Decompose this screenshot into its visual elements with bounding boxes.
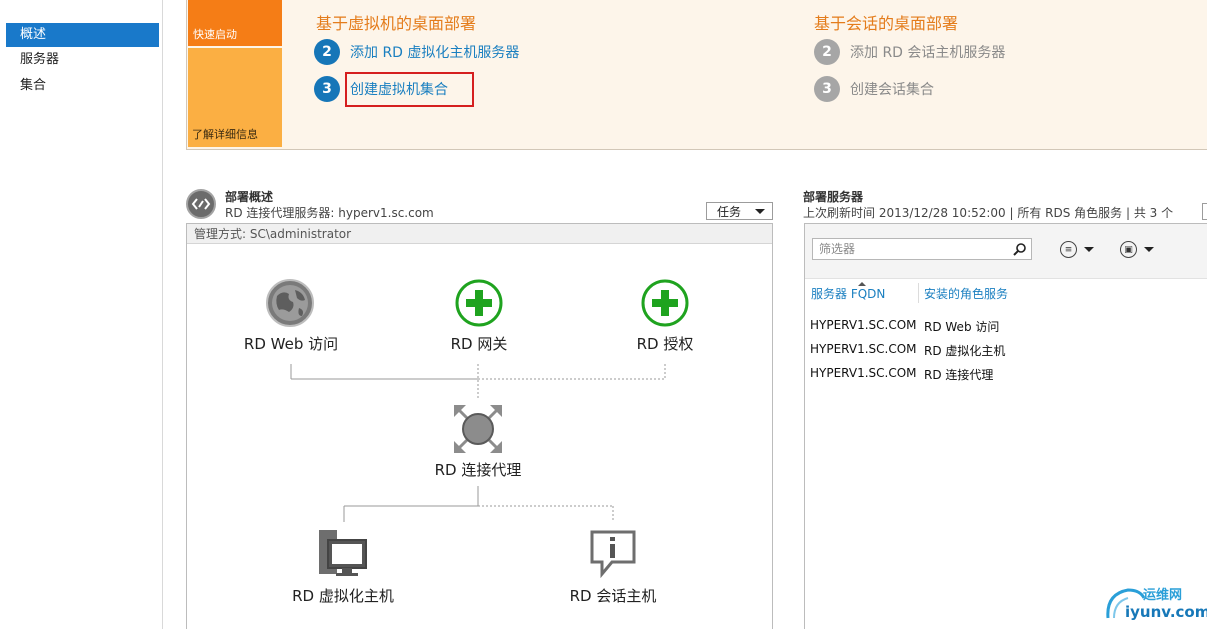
save-options-button[interactable]: ▣	[1120, 241, 1154, 258]
table-cell-role[interactable]: RD Web 访问	[924, 318, 999, 335]
sidebar-item-overview[interactable]: 概述	[6, 23, 159, 47]
learn-more-tile[interactable]: 了解详细信息	[188, 48, 282, 147]
deployment-overview-subtitle: RD 连接代理服务器: hyperv1.sc.com	[225, 206, 434, 220]
list-icon: ≡	[1060, 241, 1077, 258]
column-separator[interactable]	[918, 283, 919, 303]
column-header-roles[interactable]: 安装的角色服务	[924, 285, 1008, 302]
step-number-badge: 3	[314, 76, 340, 102]
deployment-servers-title: 部署服务器	[803, 190, 864, 204]
table-cell-role[interactable]: RD 虚拟化主机	[924, 342, 1005, 359]
add-session-host-link: 添加 RD 会话主机服务器	[850, 45, 1006, 61]
tasks-dropdown[interactable]: 任务	[706, 202, 773, 220]
vm-step-add-host[interactable]: 2 添加 RD 虚拟化主机服务器	[314, 38, 519, 66]
learn-more-label: 了解详细信息	[192, 128, 258, 141]
tasks-dropdown-partial[interactable]	[1202, 203, 1207, 220]
collapse-section-icon[interactable]	[186, 189, 216, 219]
rd-licensing-label[interactable]: RD 授权	[595, 333, 735, 354]
column-header-fqdn[interactable]: 服务器 FQDN	[811, 285, 885, 302]
globe-icon[interactable]	[265, 278, 315, 332]
table-cell-fqdn[interactable]: HYPERV1.SC.COM	[810, 342, 917, 356]
step-number-badge: 2	[814, 39, 840, 65]
chevron-down-icon	[1084, 247, 1094, 252]
session-host-icon[interactable]	[588, 528, 638, 582]
tasks-label: 任务	[717, 204, 742, 219]
filter-input[interactable]: 筛选器	[812, 238, 1032, 260]
rd-session-host-label[interactable]: RD 会话主机	[543, 585, 683, 606]
sidebar-item-servers[interactable]: 服务器	[6, 48, 159, 72]
search-icon[interactable]	[1013, 242, 1027, 256]
virtualization-host-icon[interactable]	[318, 528, 370, 582]
watermark-text: 运维网	[1143, 588, 1183, 603]
table-cell-fqdn[interactable]: HYPERV1.SC.COM	[810, 318, 917, 332]
chevron-down-icon	[755, 209, 765, 214]
session-step-add-host: 2 添加 RD 会话主机服务器	[814, 38, 1005, 66]
rd-gateway-label[interactable]: RD 网关	[409, 333, 549, 354]
save-icon: ▣	[1120, 241, 1137, 258]
add-licensing-icon[interactable]	[640, 278, 690, 332]
rd-web-access-label[interactable]: RD Web 访问	[221, 333, 361, 354]
quickstart-tile-label: 快速启动	[193, 28, 237, 41]
highlight-box	[345, 72, 474, 107]
create-session-collection-link: 创建会话集合	[850, 82, 934, 98]
rd-connection-broker-label[interactable]: RD 连接代理	[408, 459, 548, 480]
server-manager-window: 概述 服务器 集合 快速启动 了解详细信息 基于虚拟机的桌面部署 2 添加 RD…	[0, 0, 1207, 629]
deployment-overview-title: 部署概述	[225, 190, 274, 204]
connection-broker-icon[interactable]	[452, 403, 504, 459]
quickstart-tile[interactable]: 快速启动	[188, 0, 282, 46]
deployment-servers-subtitle: 上次刷新时间 2013/12/28 10:52:00 | 所有 RDS 角色服务…	[803, 206, 1174, 220]
step-number-badge: 2	[314, 39, 340, 65]
session-step-create-collection: 3 创建会话集合	[814, 75, 934, 103]
sidebar: 概述 服务器 集合	[0, 0, 163, 629]
sidebar-item-collections[interactable]: 集合	[6, 74, 159, 98]
session-deployment-title: 基于会话的桌面部署	[814, 14, 959, 33]
watermark-url: iyunv.com	[1125, 603, 1207, 621]
step-number-badge: 3	[814, 76, 840, 102]
list-options-button[interactable]: ≡	[1060, 241, 1094, 258]
filter-placeholder: 筛选器	[819, 242, 856, 256]
add-gateway-icon[interactable]	[454, 278, 504, 332]
vm-deployment-title: 基于虚拟机的桌面部署	[316, 14, 477, 33]
rd-virtualization-host-label[interactable]: RD 虚拟化主机	[273, 585, 413, 606]
add-virtualization-host-link[interactable]: 添加 RD 虚拟化主机服务器	[350, 42, 519, 62]
chevron-down-icon	[1144, 247, 1154, 252]
table-cell-fqdn[interactable]: HYPERV1.SC.COM	[810, 366, 917, 380]
table-cell-role[interactable]: RD 连接代理	[924, 366, 993, 383]
